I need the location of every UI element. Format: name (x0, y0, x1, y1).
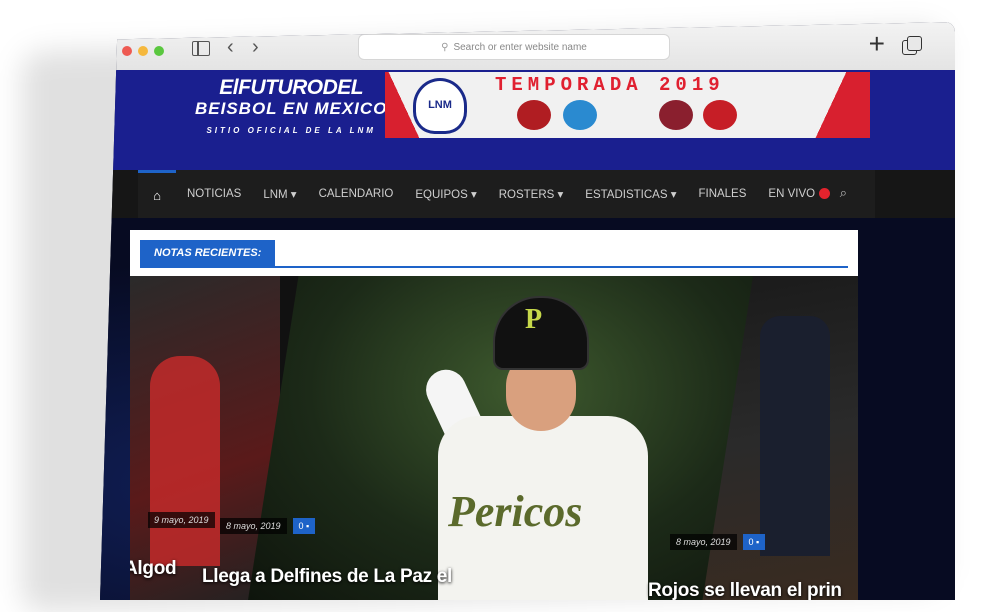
jersey-lettering: Pericos (448, 487, 583, 536)
site-header: ElFUTURODEL BEISBOL EN MEXICO SITIO OFIC… (100, 70, 955, 170)
article-1-headline[interactable]: Algod (130, 558, 177, 580)
nav-equipos[interactable]: EQUIPOS ▾ (404, 187, 487, 201)
article-2-date: 8 mayo, 2019 (220, 518, 287, 534)
nav-inner: ⌂ NOTICIAS LNM ▾ CALENDARIO EQUIPOS ▾ RO… (138, 170, 875, 218)
stage: ‹ › ⚲ Search or enter website name + ElF… (0, 0, 1000, 612)
content-panel: NOTAS RECIENTES: Pericos P 9 mayo, 2019 … (130, 230, 858, 600)
team-logo-1 (517, 100, 551, 130)
article-3-comments[interactable]: 0 ▪ (742, 534, 766, 550)
season-banner[interactable]: LNM TEMPORADA 2019 (385, 72, 870, 138)
nav-en-vivo-label: EN VIVO (768, 188, 816, 200)
live-indicator-icon (819, 188, 831, 200)
helmet-logo: P (525, 304, 543, 335)
nav-rosters[interactable]: ROSTERS ▾ (488, 187, 575, 201)
zoom-window-button[interactable] (154, 46, 164, 56)
sidebar-toggle-icon[interactable] (192, 41, 210, 56)
main-content: NOTAS RECIENTES: Pericos P 9 mayo, 2019 … (100, 218, 955, 600)
article-2-headline[interactable]: Llega a Delfines de La Paz el (202, 566, 452, 588)
logo-line-1: ElFUTURODEL (219, 76, 364, 99)
logo-tagline: SITIO OFICIAL DE LA LNM (206, 126, 376, 135)
article-card-2[interactable]: Pericos P (248, 276, 753, 600)
article-2-meta: 8 mayo, 2019 0 ▪ (220, 518, 316, 534)
address-bar[interactable]: ⚲ Search or enter website name (358, 34, 670, 60)
article-3-date: 8 mayo, 2019 (670, 534, 737, 550)
back-arrow-icon[interactable]: ‹ (227, 36, 234, 59)
site-logo[interactable]: ElFUTURODEL BEISBOL EN MEXICO SITIO OFIC… (195, 76, 388, 135)
minimize-window-button[interactable] (138, 46, 148, 56)
article-3-meta: 8 mayo, 2019 0 ▪ (670, 534, 766, 550)
article-1-date: 9 mayo, 2019 (148, 512, 215, 528)
article-image-2: Pericos P (419, 296, 648, 600)
team-logo-3 (607, 100, 655, 130)
address-bar-placeholder: Search or enter website name (453, 41, 587, 53)
nav-lnm[interactable]: LNM ▾ (252, 187, 307, 201)
article-slider: Pericos P 9 mayo, 2019 8 mayo, 2019 0 ▪ … (130, 276, 858, 600)
close-window-button[interactable] (122, 46, 132, 56)
search-icon: ⚲ (441, 41, 449, 53)
banner-title: TEMPORADA 2019 (495, 74, 725, 96)
main-navbar: ⌂ NOTICIAS LNM ▾ CALENDARIO EQUIPOS ▾ RO… (100, 170, 955, 218)
team-logo-4 (659, 100, 693, 130)
banner-red-stripe-right (810, 72, 870, 138)
home-icon[interactable]: ⌂ (138, 170, 176, 218)
article-3-headline[interactable]: Rojos se llevan el prin (648, 580, 842, 600)
player-helmet: P (493, 296, 589, 370)
search-icon[interactable]: ⌕ (840, 185, 847, 201)
nav-en-vivo[interactable]: EN VIVO (757, 188, 841, 200)
forward-arrow-icon[interactable]: › (252, 36, 259, 59)
team-logo-2 (563, 100, 597, 130)
article-image-1 (150, 356, 220, 566)
section-header: NOTAS RECIENTES: (140, 240, 848, 268)
nav-noticias[interactable]: NOTICIAS (176, 188, 252, 200)
browser-window: ‹ › ⚲ Search or enter website name + ElF… (100, 22, 955, 600)
nav-finales[interactable]: FINALES (687, 188, 757, 200)
tab-overview-icon[interactable] (902, 36, 922, 55)
new-tab-plus-icon[interactable]: + (869, 28, 885, 60)
nav-estadisticas[interactable]: ESTADISTICAS ▾ (574, 187, 687, 201)
browser-toolbar: ‹ › ⚲ Search or enter website name + (100, 22, 955, 71)
article-2-comments[interactable]: 0 ▪ (292, 518, 316, 534)
article-1-meta: 9 mayo, 2019 (148, 512, 215, 528)
team-logo-5 (703, 100, 737, 130)
section-title: NOTAS RECIENTES: (140, 240, 276, 266)
nav-calendario[interactable]: CALENDARIO (308, 188, 405, 200)
lnm-badge-logo: LNM (413, 78, 467, 134)
logo-line-2: BEISBOL EN MEXICO (195, 99, 388, 118)
article-image-3 (760, 316, 830, 556)
